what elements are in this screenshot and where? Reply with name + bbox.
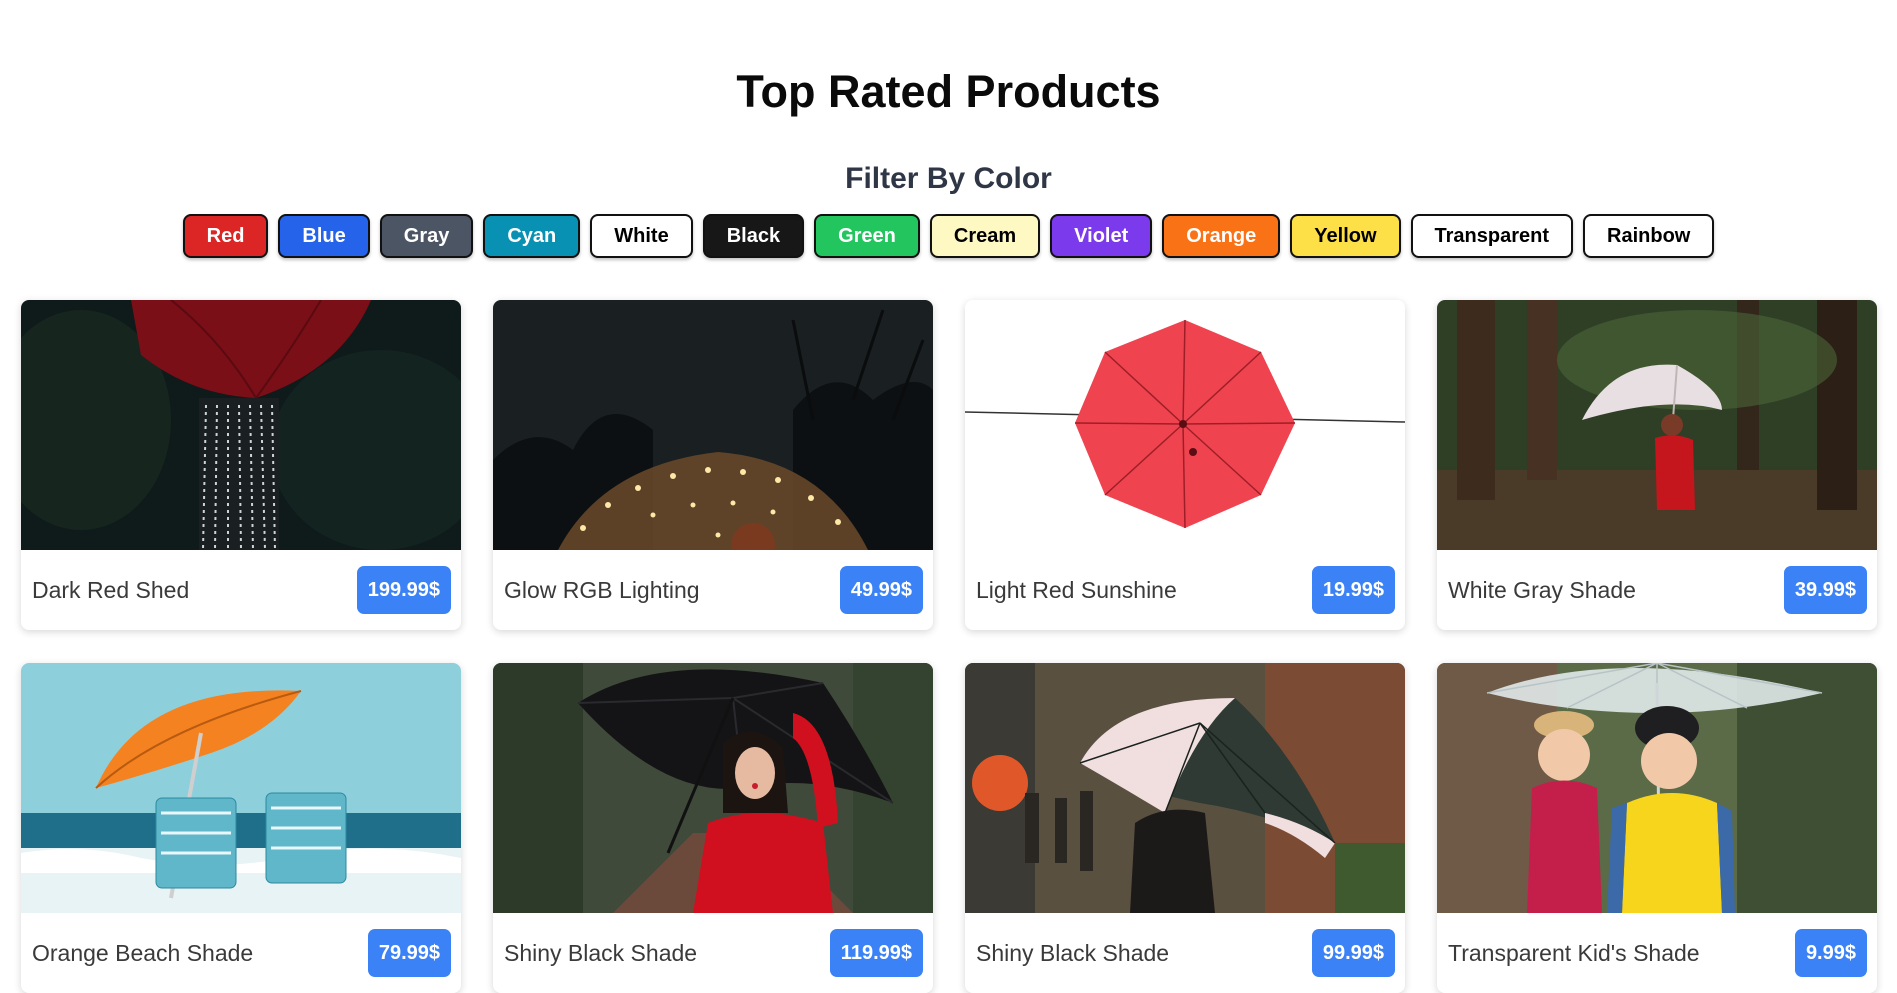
product-card[interactable]: Shiny Black Shade 99.99$ bbox=[965, 663, 1405, 993]
white-umbrella-forest-photo bbox=[1437, 300, 1877, 550]
filter-cream-button[interactable]: Cream bbox=[929, 214, 1041, 258]
product-name: Glow RGB Lighting bbox=[504, 576, 700, 603]
product-grid: Dark Red Shed 199.99$ Glow RGB Lighting bbox=[21, 300, 1878, 993]
price-badge[interactable]: 49.99$ bbox=[839, 566, 923, 614]
product-card[interactable]: Shiny Black Shade 119.99$ bbox=[493, 663, 933, 993]
filter-heading: Filter By Color bbox=[845, 162, 1052, 195]
filter-blue-button[interactable]: Blue bbox=[278, 214, 370, 258]
card-footer: Transparent Kid's Shade 9.99$ bbox=[1437, 913, 1877, 993]
product-name: Shiny Black Shade bbox=[504, 939, 698, 966]
product-card[interactable]: Dark Red Shed 199.99$ bbox=[21, 300, 461, 630]
card-footer: Light Red Sunshine 19.99$ bbox=[965, 550, 1405, 630]
product-card[interactable]: Glow RGB Lighting 49.99$ bbox=[493, 300, 933, 630]
filter-gray-button[interactable]: Gray bbox=[379, 214, 474, 258]
filter-white-button[interactable]: White bbox=[590, 214, 693, 258]
card-footer: Orange Beach Shade 79.99$ bbox=[21, 913, 461, 993]
price-badge[interactable]: 19.99$ bbox=[1311, 566, 1395, 614]
filter-cyan-button[interactable]: Cyan bbox=[483, 214, 581, 258]
filter-rainbow-button[interactable]: Rainbow bbox=[1583, 214, 1715, 258]
card-footer: Shiny Black Shade 99.99$ bbox=[965, 913, 1405, 993]
filter-transparent-button[interactable]: Transparent bbox=[1410, 214, 1574, 258]
card-footer: Shiny Black Shade 119.99$ bbox=[493, 913, 933, 993]
transparent-umbrella-kids-photo bbox=[1437, 663, 1877, 913]
filter-black-button[interactable]: Black bbox=[702, 214, 805, 258]
price-badge[interactable]: 119.99$ bbox=[829, 929, 923, 977]
page-title: Top Rated Products bbox=[736, 66, 1161, 117]
price-badge[interactable]: 39.99$ bbox=[1783, 566, 1867, 614]
card-footer: Dark Red Shed 199.99$ bbox=[21, 550, 461, 630]
filter-red-button[interactable]: Red bbox=[182, 214, 269, 258]
glowing-lights-umbrella-photo bbox=[493, 300, 933, 550]
dark-red-umbrella-photo bbox=[21, 300, 461, 550]
orange-beach-umbrella-photo bbox=[21, 663, 461, 913]
product-card[interactable]: White Gray Shade 39.99$ bbox=[1437, 300, 1877, 630]
light-red-umbrella-photo bbox=[965, 300, 1405, 550]
filter-green-button[interactable]: Green bbox=[814, 214, 920, 258]
price-badge[interactable]: 9.99$ bbox=[1794, 929, 1867, 977]
product-name: Orange Beach Shade bbox=[32, 939, 254, 966]
card-footer: White Gray Shade 39.99$ bbox=[1437, 550, 1877, 630]
price-badge[interactable]: 79.99$ bbox=[367, 929, 451, 977]
price-badge[interactable]: 199.99$ bbox=[356, 566, 451, 614]
product-card[interactable]: Transparent Kid's Shade 9.99$ bbox=[1437, 663, 1877, 993]
product-name: Transparent Kid's Shade bbox=[1448, 939, 1700, 966]
card-footer: Glow RGB Lighting 49.99$ bbox=[493, 550, 933, 630]
filter-orange-button[interactable]: Orange bbox=[1162, 214, 1281, 258]
price-badge[interactable]: 99.99$ bbox=[1311, 929, 1395, 977]
filter-yellow-button[interactable]: Yellow bbox=[1290, 214, 1401, 258]
product-card[interactable]: Light Red Sunshine 19.99$ bbox=[965, 300, 1405, 630]
product-card[interactable]: Orange Beach Shade 79.99$ bbox=[21, 663, 461, 993]
black-umbrella-woman-photo bbox=[493, 663, 933, 913]
product-name: Dark Red Shed bbox=[32, 576, 190, 603]
filter-violet-button[interactable]: Violet bbox=[1050, 214, 1153, 258]
product-name: Light Red Sunshine bbox=[976, 576, 1177, 603]
dark-green-umbrella-street-photo bbox=[965, 663, 1405, 913]
product-name: Shiny Black Shade bbox=[976, 939, 1170, 966]
color-filter-bar: Red Blue Gray Cyan White Black Green Cre… bbox=[0, 214, 1897, 258]
product-name: White Gray Shade bbox=[1448, 576, 1636, 603]
